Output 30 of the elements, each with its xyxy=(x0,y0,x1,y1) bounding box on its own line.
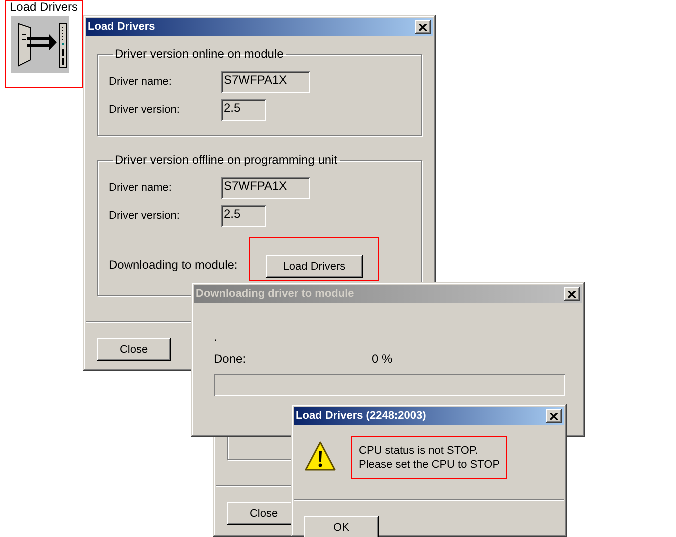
text-field[interactable]: S7WFPA1X xyxy=(221,177,310,199)
group-title: Driver version offline on programming unit xyxy=(114,153,339,167)
status-text: . xyxy=(214,330,218,344)
field-label: Driver name: xyxy=(109,182,173,194)
close-icon xyxy=(419,24,427,30)
close-button[interactable] xyxy=(415,20,431,34)
transfer-icon xyxy=(11,16,69,73)
progress-percent: 0 % xyxy=(372,352,393,366)
text-field[interactable]: 2.5 xyxy=(221,99,266,121)
field-label: Driver name: xyxy=(109,76,173,88)
close-button[interactable] xyxy=(546,409,562,423)
launcher-button[interactable]: Load Drivers xyxy=(10,1,78,73)
close-button[interactable] xyxy=(564,287,580,301)
field-label: Driver version: xyxy=(109,104,181,116)
field-label: Driver version: xyxy=(109,210,181,222)
window-title: Load Drivers xyxy=(88,21,156,33)
close-button[interactable]: Close xyxy=(97,338,171,361)
window-title: Load Drivers (2248:2003) xyxy=(296,410,426,422)
message-text: CPU status is not STOP. Please set the CPU to STOP xyxy=(359,444,500,472)
text-field[interactable]: 2.5 xyxy=(221,205,266,227)
group-title: Driver version online on module xyxy=(114,47,285,61)
ok-button[interactable]: OK xyxy=(304,516,379,537)
window-title: Downloading driver to module xyxy=(196,288,354,300)
close-icon xyxy=(568,290,576,298)
text-field[interactable]: S7WFPA1X xyxy=(221,71,310,93)
field-label: Downloading to module: xyxy=(109,257,239,272)
load-drivers-button[interactable]: Load Drivers xyxy=(266,255,363,278)
progress-label: Done: xyxy=(214,352,248,366)
close-icon xyxy=(550,412,558,420)
warning-icon xyxy=(305,441,336,472)
